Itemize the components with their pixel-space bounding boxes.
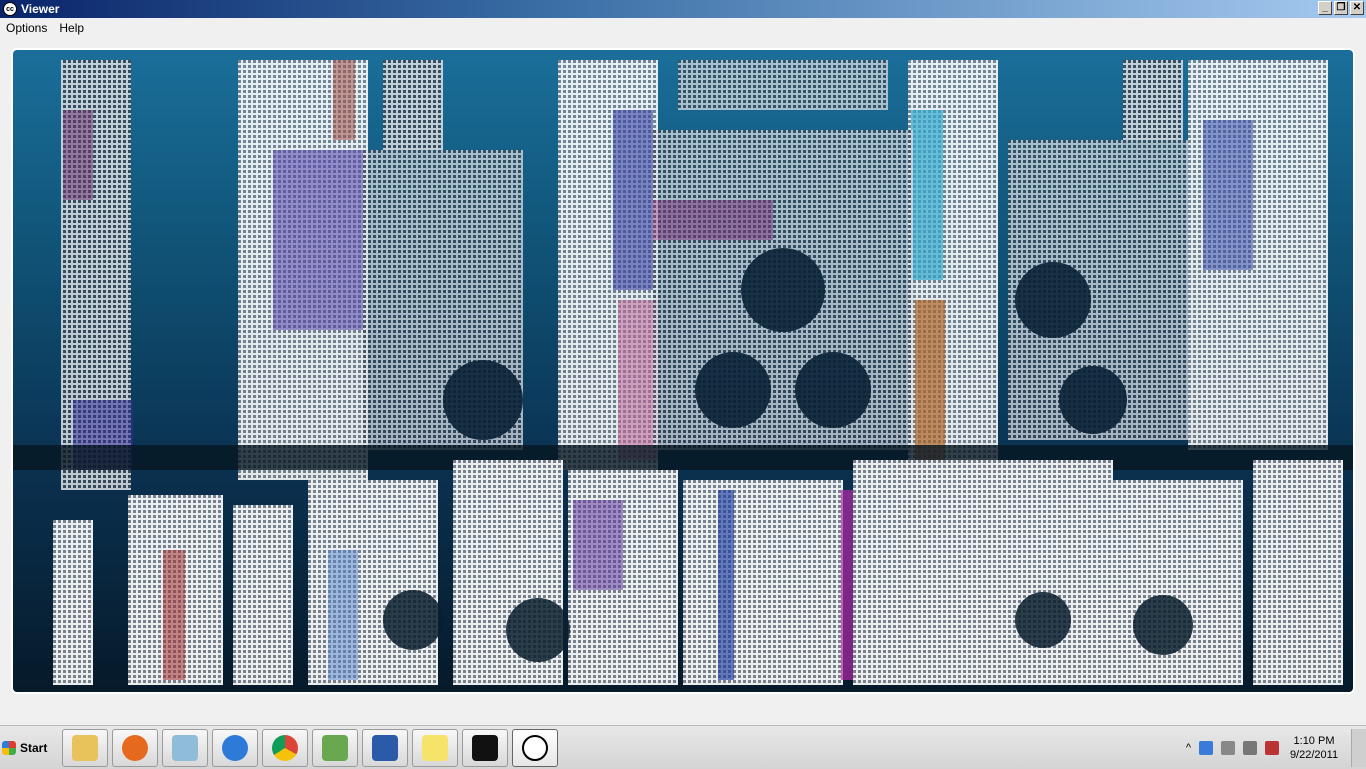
taskbar-ie[interactable] [212, 729, 258, 767]
start-button[interactable]: Start [2, 732, 54, 764]
taskbar-chart-app[interactable] [312, 729, 358, 767]
sticky-notes-icon [422, 735, 448, 761]
taskbar-eraser[interactable] [162, 729, 208, 767]
taskbar-cloudcompare[interactable] [512, 729, 558, 767]
menu-bar: Options Help [0, 18, 1366, 38]
close-button[interactable]: ✕ [1350, 1, 1364, 15]
system-tray: ^ 1:10 PM 9/22/2011 [1182, 728, 1366, 768]
chart-app-icon [322, 735, 348, 761]
volume-muted-icon[interactable] [1265, 741, 1279, 755]
windows-logo-icon [2, 741, 16, 755]
show-desktop-button[interactable] [1351, 729, 1366, 767]
tray-expand-button[interactable]: ^ [1186, 742, 1191, 754]
window-controls: _ ❐ ✕ [1318, 1, 1364, 15]
word-icon [372, 735, 398, 761]
point-cloud-render [13, 60, 1353, 685]
menu-options[interactable]: Options [0, 21, 53, 35]
chrome-icon [272, 735, 298, 761]
menu-help[interactable]: Help [53, 21, 90, 35]
window-title: Viewer [21, 2, 60, 16]
taskbar-explorer[interactable] [62, 729, 108, 767]
taskbar-sticky-notes[interactable] [412, 729, 458, 767]
explorer-icon [72, 735, 98, 761]
network-icon[interactable] [1199, 741, 1213, 755]
restore-button[interactable]: ❐ [1334, 1, 1348, 15]
taskbar-chrome[interactable] [262, 729, 308, 767]
eraser-icon [172, 735, 198, 761]
cloudcompare-icon [522, 735, 548, 761]
start-label: Start [20, 741, 48, 755]
app-icon: cc [3, 2, 17, 16]
taskbar: Start ^ 1:10 PM 9/22/2011 [0, 725, 1366, 769]
title-bar[interactable]: cc Viewer _ ❐ ✕ [0, 0, 1366, 18]
taskbar-terminal[interactable] [462, 729, 508, 767]
clock-time: 1:10 PM [1293, 735, 1335, 747]
minimize-button[interactable]: _ [1318, 1, 1332, 15]
terminal-icon [472, 735, 498, 761]
clock[interactable]: 1:10 PM 9/22/2011 [1283, 734, 1345, 762]
taskbar-firefox[interactable] [112, 729, 158, 767]
clock-date: 9/22/2011 [1289, 749, 1339, 761]
firefox-icon [122, 735, 148, 761]
internet-explorer-icon [222, 735, 248, 761]
monitor-icon[interactable] [1243, 741, 1257, 755]
taskbar-word[interactable] [362, 729, 408, 767]
device-icon[interactable] [1221, 741, 1235, 755]
point-cloud-viewport[interactable] [11, 48, 1355, 694]
